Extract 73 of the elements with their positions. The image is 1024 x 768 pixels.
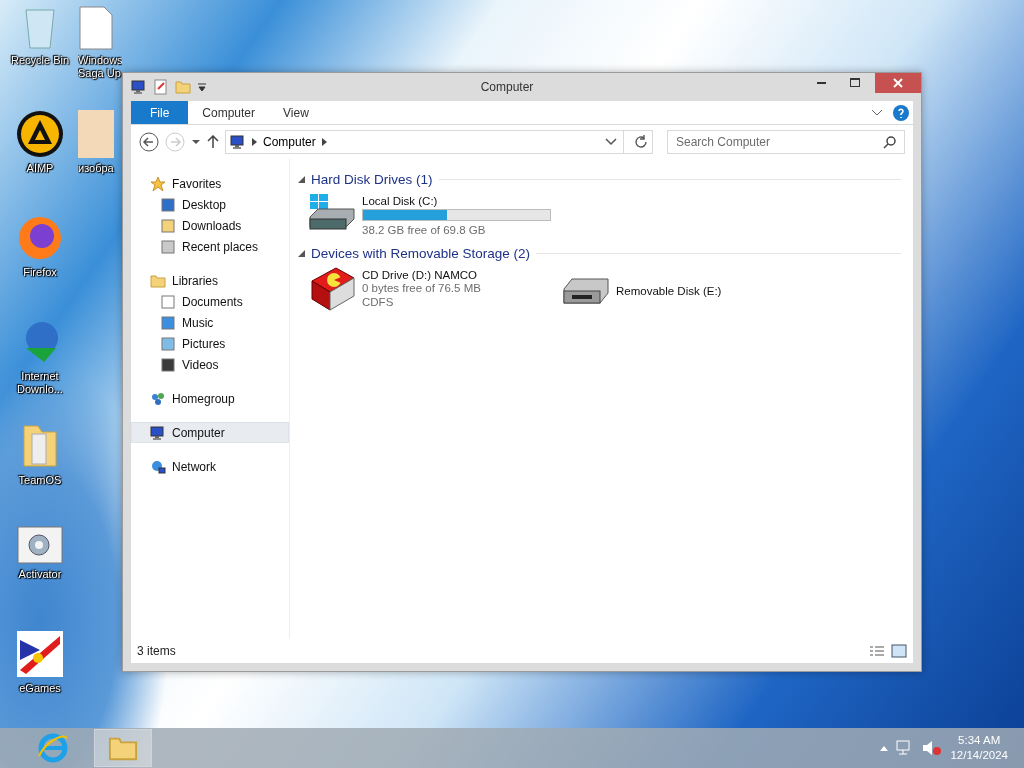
- group-header: Hard Disk Drives (1): [311, 171, 433, 187]
- nav-item[interactable]: Homegroup: [131, 388, 289, 409]
- status-text: 3 items: [137, 644, 176, 658]
- network-icon: [150, 458, 166, 475]
- computer-icon: [131, 79, 147, 95]
- desktop-icon-label: Activator: [17, 568, 63, 581]
- desktop-icon-label: Recycle Bin: [9, 54, 71, 67]
- properties-icon: [153, 79, 169, 95]
- ribbon-tab[interactable]: File: [131, 101, 189, 124]
- muted-speaker-icon[interactable]: [922, 740, 943, 756]
- desktop-icon-label: Firefox: [22, 266, 58, 279]
- computer-icon: [150, 424, 166, 441]
- collapse-icon[interactable]: [298, 249, 305, 257]
- drive-name: Removable Disk (E:): [616, 285, 722, 297]
- back-button[interactable]: [139, 132, 159, 152]
- recent-locations-button[interactable]: [191, 139, 201, 145]
- search-field[interactable]: Search Computer: [667, 130, 905, 154]
- breadcrumb[interactable]: Computer: [263, 135, 316, 149]
- desktop-icon-label: TeamOS: [17, 474, 63, 487]
- group-header: Devices with Removable Storage (2): [311, 245, 531, 261]
- computer-icon: [230, 134, 246, 150]
- window-title: Computer: [479, 80, 535, 94]
- nav-item[interactable]: Downloads: [131, 215, 289, 236]
- nav-item[interactable]: Music: [131, 312, 289, 333]
- desktop-icon-label: AIMP: [25, 162, 55, 175]
- folder-icon: [20, 422, 60, 470]
- nav-item[interactable]: Computer: [131, 422, 289, 443]
- minimize-icon: [816, 82, 826, 84]
- desktop-icon-label: Windows Saga Up: [78, 54, 122, 80]
- nav-item[interactable]: Pictures: [131, 333, 289, 354]
- library-icon: [150, 272, 166, 289]
- drive-tile[interactable]: Local Disk (C:) 38.2 GB free of 69.8 GB: [308, 193, 562, 237]
- maximize-icon: [850, 78, 860, 88]
- browser-logo-icon: [16, 214, 64, 262]
- hard-drive-icon: [308, 193, 356, 233]
- book-icon: [308, 267, 356, 313]
- nav-item[interactable]: Documents: [131, 291, 289, 312]
- drive-name: Local Disk (C:): [362, 195, 439, 207]
- desktop-icon-label: eGames: [18, 682, 62, 695]
- homegroup-icon: [150, 390, 166, 407]
- nav-item[interactable]: Desktop: [131, 194, 289, 215]
- drive-tile[interactable]: Removable Disk (E:): [562, 267, 816, 313]
- collapse-icon[interactable]: [298, 175, 305, 183]
- nav-item[interactable]: Videos: [131, 354, 289, 375]
- nav-item[interactable]: Libraries: [131, 270, 289, 291]
- text-document-icon: [78, 6, 114, 50]
- nav-item[interactable]: Favorites: [131, 173, 289, 194]
- up-button[interactable]: [207, 135, 219, 149]
- desktop-icon-label: Internet Downlo...: [16, 370, 64, 396]
- chevron-right-icon[interactable]: [252, 138, 257, 146]
- drive-name: CD Drive (D:) NAMCO: [362, 269, 478, 281]
- drive-tile[interactable]: CD Drive (D:) NAMCO 0 bytes free of 76.5 MB CDFS: [308, 267, 562, 313]
- nav-item[interactable]: Recent places: [131, 236, 289, 257]
- show-hidden-icons[interactable]: [880, 745, 889, 751]
- desktop-icon-label: изобра: [78, 162, 114, 175]
- colorful-logo-icon: [16, 630, 64, 678]
- drive-details: CDFS: [362, 295, 395, 309]
- star-icon: [150, 175, 166, 192]
- photo-placeholder: [78, 110, 114, 158]
- player-logo-icon: [16, 110, 64, 158]
- chevron-down-icon[interactable]: [605, 138, 617, 146]
- chevron-right-icon[interactable]: [321, 138, 327, 146]
- close-button[interactable]: [875, 73, 921, 93]
- drive-details: 0 bytes free of 76.5 MB: [362, 281, 481, 295]
- recycle-bin-icon: [23, 6, 57, 50]
- new-folder-icon: [175, 79, 191, 95]
- nav-item[interactable]: Network: [131, 456, 289, 477]
- search-icon: [883, 135, 897, 149]
- chevron-down-icon: [871, 108, 883, 117]
- dropdown-icon: [197, 82, 207, 92]
- address-bar[interactable]: Computer: [225, 130, 653, 154]
- close-icon: [893, 78, 903, 88]
- drive-details: 38.2 GB free of 69.8 GB: [362, 223, 487, 237]
